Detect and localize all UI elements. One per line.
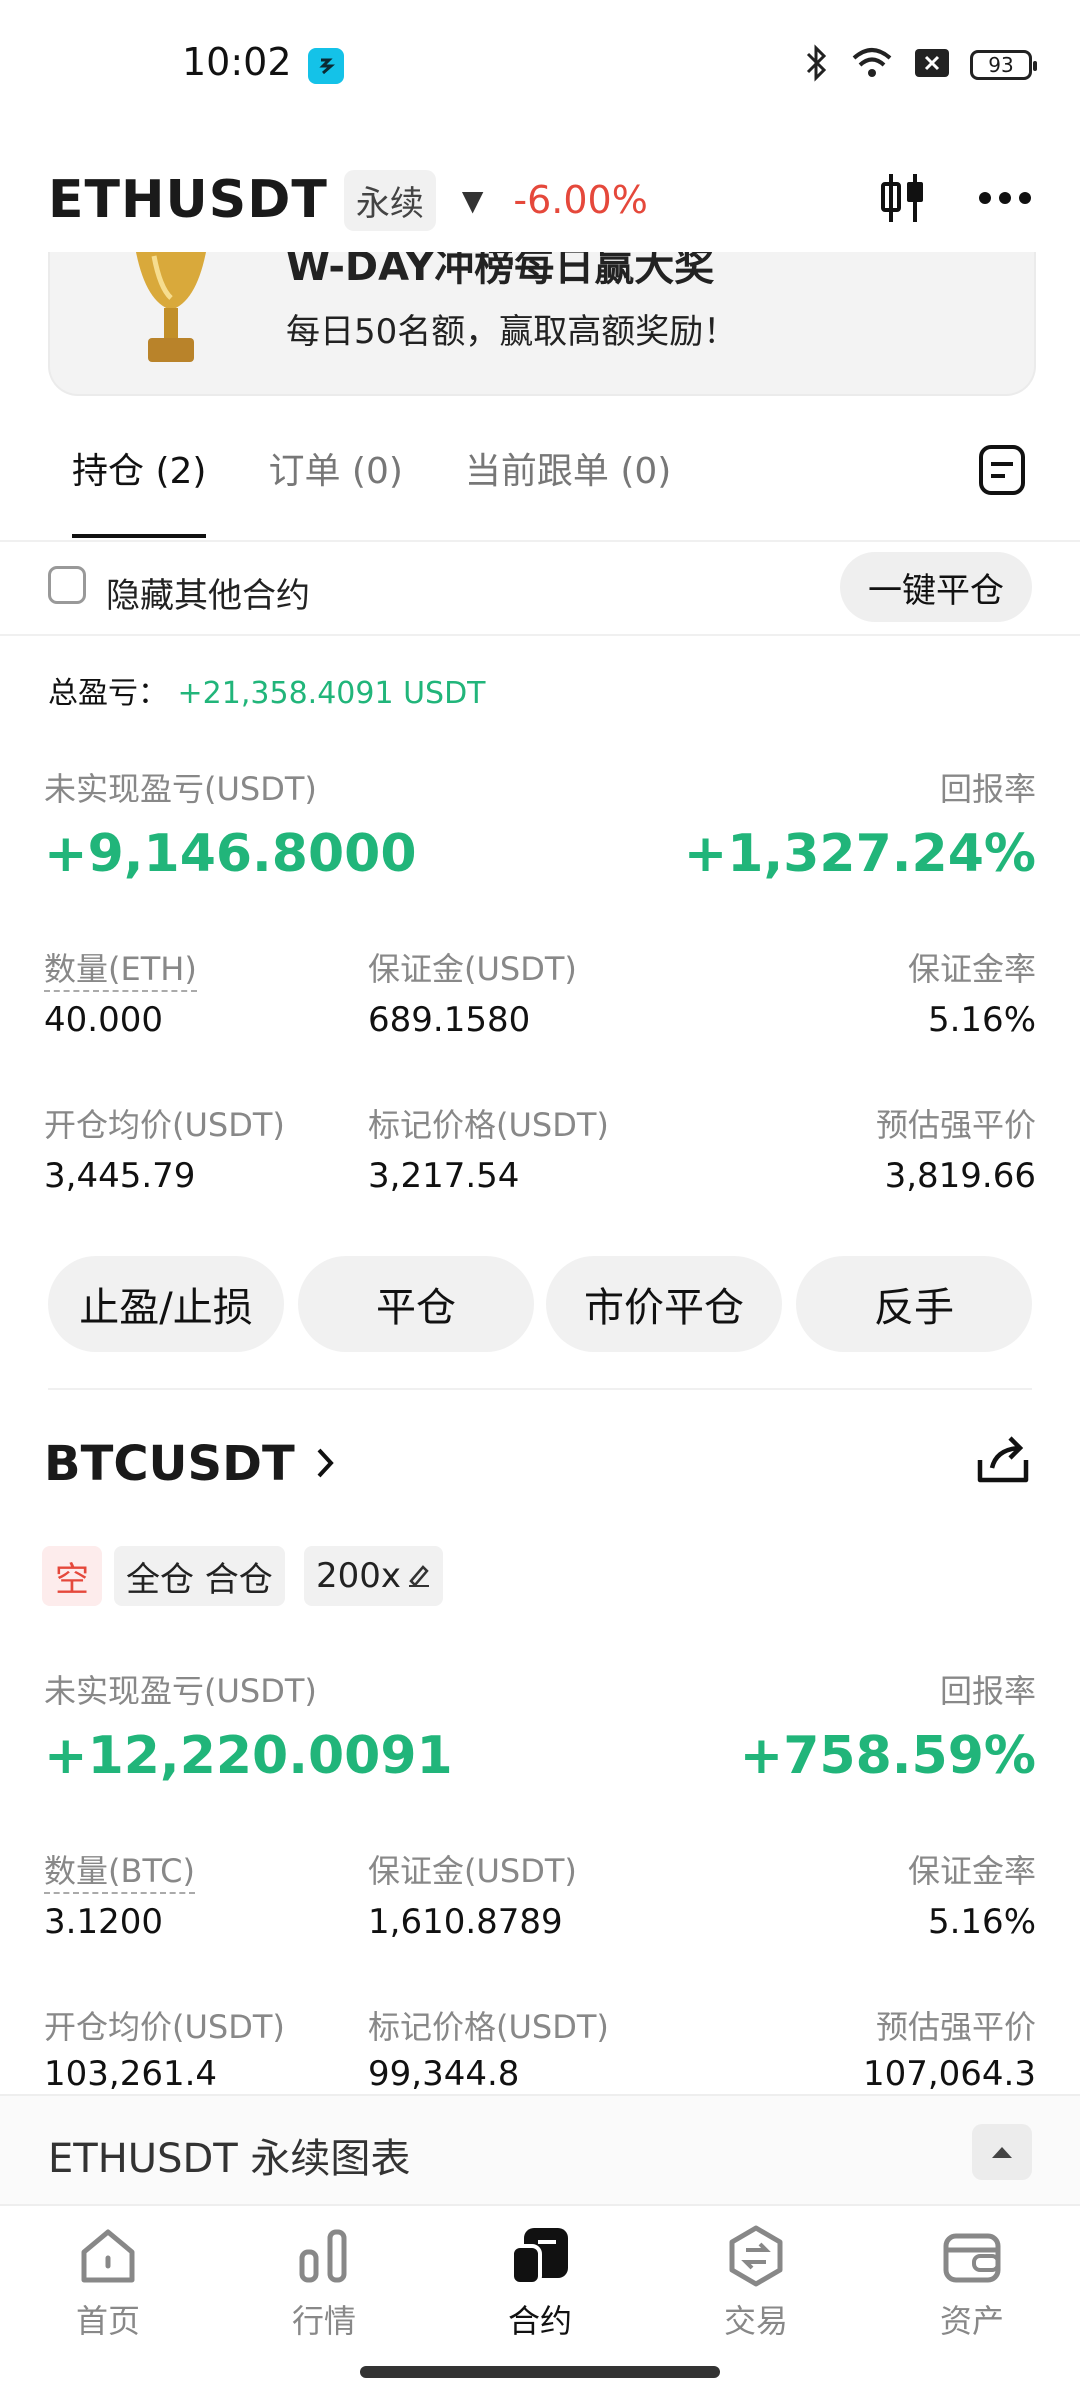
nav-assets[interactable]: 资产 [902, 2224, 1042, 2342]
tab-copy-trades[interactable]: 当前跟单 (0) [465, 442, 671, 538]
promo-banner[interactable]: W-DAY冲榜每日赢大奖 每日50名额，赢取高额奖励！ [48, 252, 1036, 396]
tab-orders[interactable]: 订单 (0) [268, 442, 402, 538]
margin-rate-value: 5.16% [927, 1902, 1036, 1942]
hide-others-checkbox[interactable] [48, 566, 86, 604]
quantity-label[interactable]: 数量(BTC) [44, 1846, 195, 1894]
liquidation-price-value: 107,064.3 [862, 2054, 1036, 2094]
position-symbol-label: BTCUSDT [44, 1436, 295, 1492]
banner-title: W-DAY冲榜每日赢大奖 [286, 252, 715, 290]
contract-icon [510, 2228, 568, 2286]
nav-market-label: 行情 [291, 2302, 356, 2340]
more-icon[interactable] [978, 190, 1032, 210]
chart-drawer[interactable]: ETHUSDT 永续图表 [0, 2094, 1080, 2206]
close-box-icon [914, 48, 950, 82]
market-close-button[interactable]: 市价平仓 [546, 1256, 782, 1352]
unrealized-pnl-label: 未实现盈亏(USDT) [44, 1672, 317, 1710]
trade-icon [729, 2225, 783, 2287]
app-notification-icon [308, 48, 344, 84]
position-side-badge: 空 [42, 1546, 102, 1606]
order-history-icon[interactable] [978, 444, 1026, 500]
total-pnl-label: 总盈亏： [48, 676, 168, 711]
status-icons: 93 [802, 44, 1037, 86]
close-position-button[interactable]: 平仓 [298, 1256, 534, 1352]
nav-home[interactable]: 首页 [38, 2224, 178, 2342]
liquidation-price-value: 3,819.66 [884, 1156, 1036, 1196]
chart-drawer-label: ETHUSDT 永续图表 [48, 2136, 411, 2182]
entry-price-value: 103,261.4 [44, 2054, 218, 2094]
price-change: -6.00% [513, 178, 648, 222]
margin-value: 1,610.8789 [368, 1902, 563, 1942]
reverse-button[interactable]: 反手 [796, 1256, 1032, 1352]
unrealized-pnl-label: 未实现盈亏(USDT) [44, 770, 317, 808]
margin-mode-badge[interactable]: 全仓 合仓 [114, 1546, 285, 1606]
unrealized-pnl-value: +9,146.8000 [44, 824, 417, 884]
chevron-right-icon [315, 1436, 335, 1492]
wallet-icon [943, 2233, 1001, 2283]
divider [0, 634, 1080, 636]
home-indicator[interactable] [360, 2366, 720, 2378]
nav-contract-label: 合约 [507, 2302, 572, 2340]
status-time: 10:02 [182, 40, 292, 84]
total-pnl: 总盈亏： +21,358.4091 USDT [48, 668, 486, 712]
bluetooth-icon [802, 44, 830, 86]
nav-trade[interactable]: 交易 [686, 2224, 826, 2342]
margin-rate-label: 保证金率 [907, 950, 1036, 988]
total-pnl-value: +21,358.4091 USDT [177, 676, 486, 711]
position-tabs: 持仓 (2) 订单 (0) 当前跟单 (0) [72, 442, 671, 538]
tp-sl-button[interactable]: 止盈/止损 [48, 1256, 284, 1352]
mark-price-value: 3,217.54 [368, 1156, 520, 1196]
roe-value: +758.59% [739, 1726, 1036, 1786]
contract-symbol[interactable]: ETHUSDT [48, 170, 328, 230]
chevron-up-icon[interactable] [972, 2124, 1032, 2180]
symbol-dropdown-icon[interactable]: ▼ [462, 184, 484, 217]
leverage-badge[interactable]: 200x [304, 1546, 444, 1606]
entry-price-label: 开仓均价(USDT) [44, 1106, 285, 1144]
nav-contract[interactable]: 合约 [470, 2224, 610, 2342]
unrealized-pnl-value: +12,220.0091 [44, 1726, 453, 1786]
banner-subtitle: 每日50名额，赢取高额奖励！ [286, 312, 738, 352]
battery-icon: 93 [970, 50, 1037, 80]
liquidation-price-label: 预估强平价 [875, 2008, 1036, 2046]
close-all-button[interactable]: 一键平仓 [840, 552, 1032, 622]
divider [0, 540, 1080, 542]
quantity-value: 40.000 [44, 1000, 163, 1040]
market-icon [299, 2229, 347, 2283]
battery-level: 93 [988, 53, 1014, 77]
nav-assets-label: 资产 [939, 2302, 1004, 2340]
margin-rate-value: 5.16% [927, 1000, 1036, 1040]
header-actions [878, 170, 1032, 230]
roe-value: +1,327.24% [683, 824, 1036, 884]
margin-value: 689.1580 [368, 1000, 531, 1040]
wifi-icon [850, 46, 894, 84]
margin-rate-label: 保证金率 [907, 1852, 1036, 1890]
nav-home-label: 首页 [75, 2302, 140, 2340]
candlestick-chart-icon[interactable] [878, 170, 928, 230]
roe-label: 回报率 [939, 770, 1036, 808]
margin-label: 保证金(USDT) [368, 1852, 577, 1890]
contract-type-tag: 永续 [343, 169, 436, 231]
tab-positions[interactable]: 持仓 (2) [72, 442, 207, 538]
edit-icon [407, 1556, 431, 1596]
margin-label: 保证金(USDT) [368, 950, 577, 988]
home-icon [81, 2229, 135, 2283]
hide-others-label[interactable]: 隐藏其他合约 [106, 568, 310, 617]
contract-header: ETHUSDT 永续 ▼ -6.00% [48, 165, 1032, 235]
share-icon[interactable] [974, 1430, 1032, 1492]
quantity-value: 3.1200 [44, 1902, 163, 1942]
liquidation-price-label: 预估强平价 [875, 1106, 1036, 1144]
mark-price-label: 标记价格(USDT) [368, 2008, 609, 2046]
entry-price-value: 3,445.79 [44, 1156, 196, 1196]
roe-label: 回报率 [939, 1672, 1036, 1710]
nav-market[interactable]: 行情 [254, 2224, 394, 2342]
divider [48, 1388, 1032, 1390]
quantity-label[interactable]: 数量(ETH) [44, 944, 197, 992]
mark-price-label: 标记价格(USDT) [368, 1106, 609, 1144]
position-symbol[interactable]: BTCUSDT [44, 1436, 335, 1492]
mark-price-value: 99,344.8 [368, 2054, 520, 2094]
nav-trade-label: 交易 [723, 2302, 788, 2340]
leverage-value: 200x [316, 1556, 402, 1596]
entry-price-label: 开仓均价(USDT) [44, 2008, 285, 2046]
trophy-icon [126, 252, 216, 372]
